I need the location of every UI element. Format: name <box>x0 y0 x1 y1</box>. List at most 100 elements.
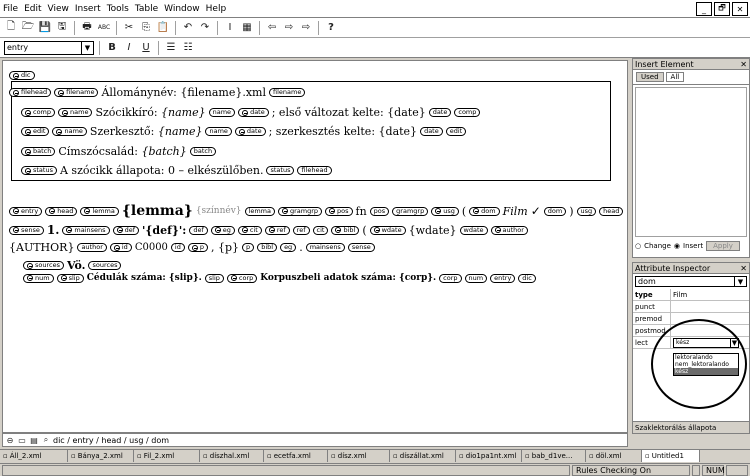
xml-tag-start[interactable]: ref <box>264 225 290 235</box>
xml-tag-start[interactable]: filename <box>54 88 99 97</box>
xml-tag-start[interactable]: bibl <box>331 225 360 235</box>
menu-help[interactable]: Help <box>203 4 230 14</box>
menu-tools[interactable]: Tools <box>104 4 132 14</box>
attr-row[interactable]: punct <box>633 301 749 313</box>
element-list[interactable] <box>635 87 747 237</box>
italic-button[interactable]: I <box>122 41 136 55</box>
menu-edit[interactable]: Edit <box>21 4 44 14</box>
tab-all[interactable]: All <box>665 72 685 82</box>
collapse-icon[interactable] <box>25 109 31 116</box>
print-icon[interactable]: 🖶 <box>80 21 94 35</box>
xml-tag-end[interactable]: edit <box>445 127 467 136</box>
radio-insert[interactable]: ◉ <box>674 242 680 250</box>
collapse-icon[interactable] <box>238 128 245 135</box>
attr-row[interactable]: type Film <box>633 289 749 301</box>
collapse-icon[interactable] <box>13 89 19 96</box>
collapse-icon[interactable] <box>25 167 31 174</box>
tags-icon[interactable]: ⊖ <box>5 433 15 447</box>
save-icon[interactable]: 💾 <box>38 21 52 35</box>
radio-change[interactable]: ○ <box>635 242 641 250</box>
close-icon[interactable]: ✕ <box>740 264 747 273</box>
xml-tag-end[interactable]: slip <box>204 273 224 283</box>
menu-window[interactable]: Window <box>161 4 203 14</box>
file-tab[interactable]: ▫ döl.xml <box>586 450 642 462</box>
xml-tag-end[interactable]: id <box>170 243 185 252</box>
collapse-icon[interactable] <box>27 262 33 269</box>
xml-tag-start[interactable]: author <box>490 225 528 235</box>
xml-tag-start[interactable]: dom <box>469 206 500 216</box>
collapse-icon[interactable] <box>242 109 249 116</box>
xml-tag-end[interactable]: cit <box>312 225 329 235</box>
file-tab[interactable]: ▫ Fil_2.xml <box>134 450 200 462</box>
xml-tag-end[interactable]: num <box>464 273 488 283</box>
xml-tag-end[interactable]: mainsens <box>305 243 345 252</box>
xml-tag-start[interactable]: edit <box>21 127 50 136</box>
xml-tag-end[interactable]: author <box>77 243 107 252</box>
collapse-icon[interactable] <box>25 148 31 155</box>
apply-button[interactable]: Apply <box>706 241 740 251</box>
xml-tag-start[interactable]: gramgrp <box>277 206 323 216</box>
element-select[interactable]: entry ▼ <box>4 40 94 55</box>
xml-tag-end[interactable]: corp <box>439 273 462 283</box>
cut-icon[interactable]: ✂ <box>122 21 136 35</box>
xml-tag-start[interactable]: date <box>234 127 266 136</box>
file-tab[interactable]: ▫ díszhal.xml <box>200 450 264 462</box>
xml-tag-end[interactable]: gramgrp <box>392 206 429 216</box>
xml-tag-start[interactable]: entry <box>9 206 43 216</box>
file-tab[interactable]: ▫ dio1pa1nt.xml <box>456 450 522 462</box>
collapse-icon[interactable] <box>49 208 56 214</box>
page-icon[interactable]: ▭ <box>17 433 27 447</box>
paste-icon[interactable]: 📋 <box>156 21 170 35</box>
xml-tag-start[interactable]: slip <box>56 273 84 283</box>
tab-used[interactable]: Used <box>636 72 664 82</box>
file-tab[interactable]: ▫ ecetfa.xml <box>264 450 328 462</box>
xml-tag-end[interactable]: entry <box>490 273 516 283</box>
collapse-icon[interactable] <box>84 208 91 214</box>
menu-file[interactable]: File <box>0 4 21 14</box>
xml-tag-end[interactable]: wdate <box>459 225 488 235</box>
minimize-icon[interactable]: _ <box>696 2 712 16</box>
xml-tag-end[interactable]: date <box>428 108 452 117</box>
xml-tag-end[interactable]: name <box>208 108 236 117</box>
redo-icon[interactable]: ↷ <box>198 21 212 35</box>
menu-insert[interactable]: Insert <box>72 4 104 14</box>
collapse-icon[interactable] <box>116 227 123 233</box>
attr-value[interactable]: Film <box>671 289 749 300</box>
collapse-icon[interactable] <box>13 208 19 214</box>
collapse-icon[interactable] <box>494 227 501 233</box>
xml-tag-end[interactable]: comp <box>454 108 481 117</box>
xml-tag-start[interactable]: comp <box>21 108 56 117</box>
collapse-icon[interactable] <box>113 244 120 251</box>
restore-icon[interactable]: 🗗 <box>714 2 730 16</box>
xml-tag-end[interactable]: bibl <box>257 243 278 252</box>
xml-tag-end[interactable]: pos <box>369 206 390 216</box>
attr-element-select[interactable]: dom ▼ <box>635 276 747 287</box>
collapse-icon[interactable] <box>435 208 442 214</box>
xml-tag-end[interactable]: eg <box>280 243 297 252</box>
undo-icon[interactable]: ↶ <box>181 21 195 35</box>
collapse-icon[interactable] <box>27 275 33 281</box>
collapse-icon[interactable] <box>373 227 380 233</box>
xml-tag-start[interactable]: lemma <box>80 206 119 216</box>
attr-value[interactable] <box>671 301 749 312</box>
save-all-icon[interactable]: 🖫 <box>55 21 69 35</box>
help-icon[interactable]: ? <box>324 21 338 35</box>
collapse-icon[interactable] <box>25 128 31 135</box>
table-icon[interactable]: ▦ <box>240 21 254 35</box>
collapse-icon[interactable] <box>62 109 69 116</box>
open-folder-icon[interactable]: 🗁 <box>21 21 35 35</box>
xml-tag-start[interactable]: date <box>238 108 269 117</box>
collapse-icon[interactable] <box>191 244 198 251</box>
new-document-icon[interactable]: 🗋 <box>4 21 18 35</box>
document-icon[interactable]: ▤ <box>29 433 39 447</box>
xml-tag-end[interactable]: filehead <box>297 166 332 175</box>
xml-tag-start[interactable]: num <box>23 273 54 283</box>
chevron-down-icon[interactable]: ▼ <box>734 277 746 286</box>
collapse-icon[interactable] <box>473 208 480 214</box>
file-tab[interactable]: ▫ Bánya_2.xml <box>68 450 134 462</box>
xml-tag-start[interactable]: batch <box>21 147 56 156</box>
xml-tag-end[interactable]: dic <box>518 273 536 283</box>
xml-tag-start[interactable]: wdate <box>369 225 406 235</box>
xml-tag-start[interactable]: cit <box>237 225 262 235</box>
file-tab-active[interactable]: ▫ Untitled1 <box>642 450 700 462</box>
